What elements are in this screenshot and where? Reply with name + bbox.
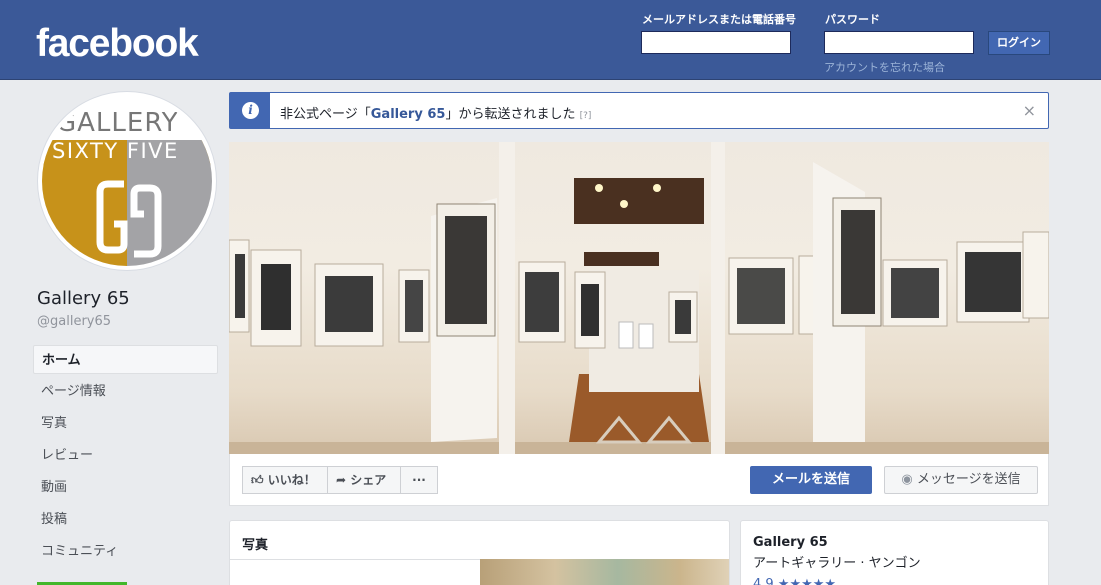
thumbs-up-icon: 👍︎ bbox=[251, 473, 264, 487]
sidebar-item-photos[interactable]: 写真 bbox=[33, 409, 218, 438]
facebook-logo[interactable]: facebook bbox=[36, 24, 199, 64]
page-info-card: Gallery 65 アートギャラリー · ヤンゴン 4.9 ★★★★★ bbox=[740, 520, 1049, 585]
photo-thumbnail[interactable] bbox=[480, 559, 729, 585]
logo-text-gallery: GALLERY bbox=[56, 108, 179, 138]
cover-photo[interactable] bbox=[229, 142, 1049, 454]
sidebar-item-videos[interactable]: 動画 bbox=[33, 473, 218, 502]
messenger-icon: ◉ bbox=[901, 472, 913, 487]
send-email-button[interactable]: メールを送信 bbox=[750, 466, 872, 494]
send-message-button[interactable]: ◉ メッセージを送信 bbox=[884, 466, 1038, 494]
redirect-notice: i 非公式ページ「Gallery 65」から転送されました [?] × bbox=[229, 92, 1049, 129]
page-handle[interactable]: @gallery65 bbox=[37, 314, 111, 329]
more-options-button[interactable]: ··· bbox=[400, 466, 438, 494]
info-icon: i bbox=[242, 102, 259, 119]
share-button[interactable]: ➦ シェア bbox=[327, 466, 401, 494]
like-button[interactable]: 👍︎ いいね！ bbox=[242, 466, 328, 494]
info-icon-box: i bbox=[230, 93, 270, 128]
gallery-interior-photo bbox=[229, 142, 1049, 454]
photos-card: 写真 bbox=[229, 520, 730, 585]
sidebar-item-reviews[interactable]: レビュー bbox=[33, 441, 218, 470]
profile-picture[interactable]: GALLERY SIXTY FIVE bbox=[37, 91, 217, 271]
notice-page-link[interactable]: Gallery 65 bbox=[371, 107, 446, 122]
g9-mark-icon bbox=[96, 180, 162, 258]
info-category: アートギャラリー · ヤンゴン bbox=[753, 556, 921, 571]
sidebar-item-about[interactable]: ページ情報 bbox=[33, 377, 218, 406]
share-arrow-icon: ➦ bbox=[336, 473, 347, 487]
password-label: パスワード bbox=[825, 13, 880, 26]
login-button[interactable]: ログイン bbox=[988, 31, 1050, 55]
page-name[interactable]: Gallery 65 bbox=[37, 288, 130, 309]
email-field[interactable] bbox=[641, 31, 791, 54]
password-field[interactable] bbox=[824, 31, 974, 54]
page-action-bar: 👍︎ いいね！ ➦ シェア ··· メールを送信 ◉ メッセージを送信 bbox=[229, 454, 1049, 506]
close-icon[interactable]: × bbox=[1023, 101, 1036, 120]
info-page-name[interactable]: Gallery 65 bbox=[753, 535, 828, 550]
top-navigation-bar: facebook メールアドレスまたは電話番号 パスワード ログイン アカウント… bbox=[0, 0, 1101, 80]
forgot-account-link[interactable]: アカウントを忘れた場合 bbox=[824, 59, 945, 75]
sidebar-item-home[interactable]: ホーム bbox=[33, 345, 218, 374]
help-link[interactable]: [?] bbox=[580, 111, 592, 121]
sidebar-item-posts[interactable]: 投稿 bbox=[33, 505, 218, 534]
logo-text-sixty-five: SIXTY FIVE bbox=[52, 139, 179, 163]
notice-text: 非公式ページ「Gallery 65」から転送されました [?] bbox=[280, 107, 592, 122]
divider bbox=[230, 559, 480, 560]
info-rating[interactable]: 4.9 ★★★★★ bbox=[753, 577, 836, 585]
sidebar-item-community[interactable]: コミュニティ bbox=[33, 537, 218, 566]
gallery-logo: GALLERY SIXTY FIVE bbox=[42, 96, 212, 266]
email-label: メールアドレスまたは電話番号 bbox=[642, 13, 796, 26]
photos-card-title[interactable]: 写真 bbox=[242, 534, 268, 553]
